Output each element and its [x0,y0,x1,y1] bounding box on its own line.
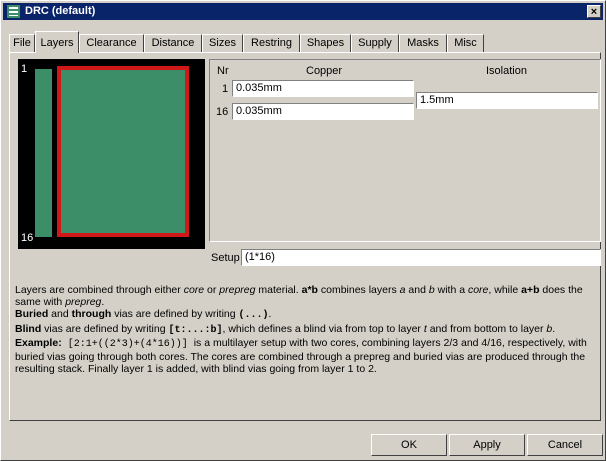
core-layer [61,70,185,233]
copper-field-layer-1[interactable]: 0.035mm [232,80,414,97]
app-icon [7,5,20,18]
bottom-copper-line [57,233,189,237]
top-copper-line [57,66,189,70]
row-16-nr: 16 [216,106,229,118]
tab-layers[interactable]: Layers [35,31,79,53]
copper-field-layer-16[interactable]: 0.035mm [232,103,414,120]
header-isolation: Isolation [486,65,527,77]
tab-supply[interactable]: Supply [351,34,399,52]
left-core-edge [57,66,61,237]
ok-button[interactable]: OK [371,434,447,456]
header-nr: Nr [217,65,229,77]
tab-misc[interactable]: Misc [447,34,484,52]
help-paragraph-blind: Blind vias are defined by writing [t:...… [15,322,556,336]
prepreg-layer [35,69,52,237]
help-text: Layers are combined through either core … [15,284,599,375]
setup-label: Setup [211,252,240,264]
tab-sizes[interactable]: Sizes [202,34,243,52]
tab-restring[interactable]: Restring [243,34,300,52]
close-button[interactable]: × [587,5,601,18]
tab-shapes[interactable]: Shapes [300,34,351,52]
tab-file[interactable]: File [9,34,35,52]
right-core-edge [185,66,189,237]
cancel-button[interactable]: Cancel [527,434,603,456]
apply-button[interactable]: Apply [449,434,525,456]
help-paragraph-buried: Buried and through vias are defined by w… [15,308,272,322]
layers-table: Nr Copper Isolation 1 0.035mm 1.5mm 16 0… [209,59,601,242]
help-paragraph-combine: Layers are combined through either core … [15,284,583,309]
isolation-field[interactable]: 1.5mm [416,92,598,109]
row-1-nr: 1 [222,83,229,95]
tab-distance[interactable]: Distance [144,34,202,52]
window-title: DRC (default) [25,5,96,17]
help-paragraph-example: Example: [2:1+((2*3)+(4*16))] is a multi… [15,336,587,376]
tab-masks[interactable]: Masks [399,34,447,52]
drc-dialog: DRC (default) × File Layers Clearance Di… [0,0,606,461]
preview-top-label: 1 [21,63,28,75]
title-bar[interactable]: DRC (default) × [3,3,603,20]
setup-input[interactable]: (1*16) [241,249,601,266]
tab-clearance[interactable]: Clearance [79,34,144,52]
header-copper: Copper [306,65,343,77]
layer-stack-graphic [35,66,189,237]
layer-stack-preview[interactable]: 1 16 [18,59,205,249]
preview-bottom-label: 16 [21,232,34,244]
